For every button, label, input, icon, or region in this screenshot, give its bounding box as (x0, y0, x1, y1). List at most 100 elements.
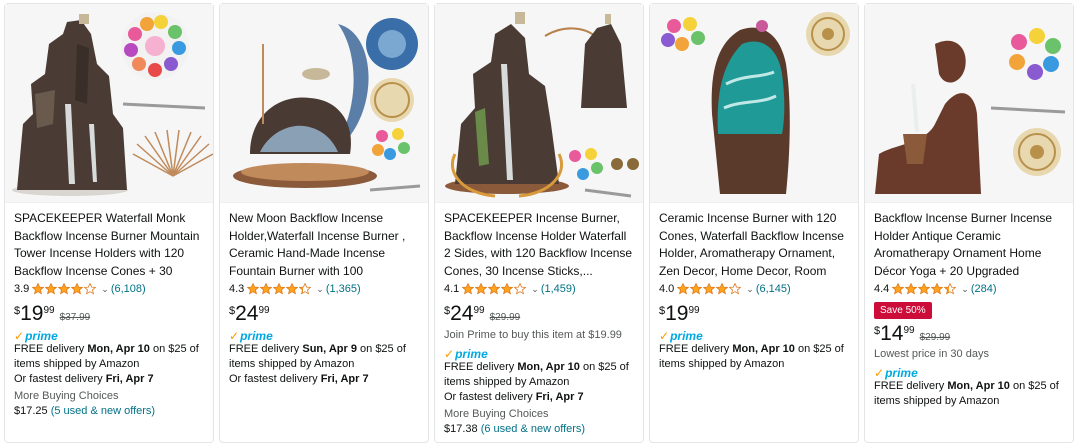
prime-label: prime (25, 329, 58, 343)
product-image-illustration (865, 4, 1073, 202)
list-price: $37.99 (59, 312, 91, 323)
prime-check-icon: ✓ (444, 347, 455, 361)
offers-link[interactable]: (6 used & new offers) (481, 423, 585, 435)
product-card[interactable]: New Moon Backflow Incense Holder,Waterfa… (219, 3, 429, 443)
prime-label: prime (455, 347, 488, 361)
chevron-down-icon[interactable]: ⌄ (531, 282, 539, 296)
price[interactable]: $ 14 99 $29.99 (874, 323, 1064, 345)
price-fraction: 99 (258, 305, 270, 316)
product-title[interactable]: SPACEKEEPER Waterfall Monk Backflow Ince… (14, 210, 204, 280)
prime-label: prime (670, 329, 703, 343)
review-count-link[interactable]: (1,365) (326, 282, 361, 296)
product-image[interactable] (650, 4, 858, 203)
price[interactable]: $ 19 99 $37.99 (14, 303, 204, 325)
star-icon (944, 283, 957, 295)
price[interactable]: $ 19 99 (659, 303, 849, 325)
fastest-prefix: Or fastest delivery (229, 373, 321, 385)
star-icon (918, 283, 931, 295)
product-image-illustration (650, 4, 858, 202)
review-count-link[interactable]: (6,108) (111, 282, 146, 296)
star-icon (703, 283, 716, 295)
product-card[interactable]: SPACEKEEPER Waterfall Monk Backflow Ince… (4, 3, 214, 443)
price[interactable]: $ 24 99 (229, 303, 419, 325)
prime-badge: ✓ prime (659, 328, 849, 342)
offer-price: $17.25 (14, 405, 48, 417)
price-fraction: 99 (43, 305, 55, 316)
chevron-down-icon[interactable]: ⌄ (101, 282, 109, 296)
product-image-illustration (435, 4, 643, 202)
star-rating[interactable] (892, 283, 957, 295)
price-whole: 19 (665, 302, 689, 325)
fastest-prefix: Or fastest delivery (14, 373, 106, 385)
product-title[interactable]: SPACEKEEPER Incense Burner, Backflow Inc… (444, 210, 634, 280)
fastest-delivery: Or fastest delivery Fri, Apr 7 (14, 372, 204, 387)
rating-row: 4.0 ⌄ (6,145) (659, 282, 849, 296)
product-image[interactable] (5, 4, 213, 203)
star-icon (462, 283, 475, 295)
star-icon (690, 283, 703, 295)
product-card[interactable]: Ceramic Incense Burner with 120 Cones, W… (649, 3, 859, 443)
star-rating[interactable] (32, 283, 97, 295)
more-buying-choices: More Buying Choices (444, 408, 549, 420)
price-fraction: 99 (473, 305, 485, 316)
delivery-prefix: FREE delivery (14, 343, 88, 355)
star-icon (514, 283, 527, 295)
product-title[interactable]: New Moon Backflow Incense Holder,Waterfa… (229, 210, 419, 280)
used-new-offers: $17.38 (6 used & new offers) (444, 422, 634, 437)
chevron-down-icon[interactable]: ⌄ (961, 282, 969, 296)
star-icon (286, 283, 299, 295)
review-count-link[interactable]: (284) (971, 282, 997, 296)
prime-badge: ✓ prime (14, 328, 204, 342)
fastest-prefix: Or fastest delivery (444, 391, 536, 403)
product-title[interactable]: Backflow Incense Burner Incense Holder A… (874, 210, 1064, 280)
used-new-offers: $17.25 (5 used & new offers) (14, 404, 204, 419)
star-icon (273, 283, 286, 295)
rating-value: 4.1 (444, 283, 460, 295)
star-icon (45, 283, 58, 295)
star-icon (260, 283, 273, 295)
product-title[interactable]: Ceramic Incense Burner with 120 Cones, W… (659, 210, 849, 280)
price-fraction: 99 (688, 305, 700, 316)
delivery-date: Mon, Apr 10 (732, 343, 795, 355)
chevron-down-icon[interactable]: ⌄ (316, 282, 324, 296)
delivery-prefix: FREE delivery (659, 343, 733, 355)
delivery-info: FREE delivery Mon, Apr 10 on $25 of item… (874, 379, 1064, 409)
prime-check-icon: ✓ (874, 366, 885, 380)
product-grid: SPACEKEEPER Waterfall Monk Backflow Ince… (0, 0, 1080, 447)
star-icon (247, 283, 260, 295)
fastest-date: Fri, Apr 7 (535, 391, 584, 403)
delivery-info: FREE delivery Mon, Apr 10 on $25 of item… (14, 342, 204, 372)
star-icon (475, 283, 488, 295)
list-price: $29.99 (489, 312, 521, 323)
prime-check-icon: ✓ (14, 329, 25, 343)
delivery-date: Mon, Apr 10 (947, 380, 1010, 392)
lowest-price-note: Lowest price in 30 days (874, 348, 989, 360)
price[interactable]: $ 24 99 $29.99 (444, 303, 634, 325)
rating-row: 3.9 ⌄ (6,108) (14, 282, 204, 296)
star-rating[interactable] (462, 283, 527, 295)
offers-link[interactable]: (5 used & new offers) (51, 405, 155, 417)
prime-label: prime (240, 329, 273, 343)
price-fraction: 99 (903, 325, 915, 336)
price-whole: 19 (20, 302, 44, 325)
product-image[interactable] (435, 4, 643, 203)
delivery-info: FREE delivery Mon, Apr 10 on $25 of item… (444, 360, 634, 390)
rating-row: 4.4 ⌄ (284) (874, 282, 1064, 296)
fastest-delivery: Or fastest delivery Fri, Apr 7 (444, 390, 634, 405)
star-icon (931, 283, 944, 295)
rating-value: 4.4 (874, 283, 890, 295)
review-count-link[interactable]: (1,459) (541, 282, 576, 296)
product-card[interactable]: Backflow Incense Burner Incense Holder A… (864, 3, 1074, 443)
chevron-down-icon[interactable]: ⌄ (746, 282, 754, 296)
star-rating[interactable] (677, 283, 742, 295)
deal-badge: Save 50% (874, 302, 932, 319)
delivery-prefix: FREE delivery (229, 343, 303, 355)
product-image-illustration (5, 4, 213, 202)
star-icon (677, 283, 690, 295)
review-count-link[interactable]: (6,145) (756, 282, 791, 296)
star-rating[interactable] (247, 283, 312, 295)
product-card[interactable]: SPACEKEEPER Incense Burner, Backflow Inc… (434, 3, 644, 443)
product-image[interactable] (220, 4, 428, 203)
product-image[interactable] (865, 4, 1073, 203)
star-icon (892, 283, 905, 295)
